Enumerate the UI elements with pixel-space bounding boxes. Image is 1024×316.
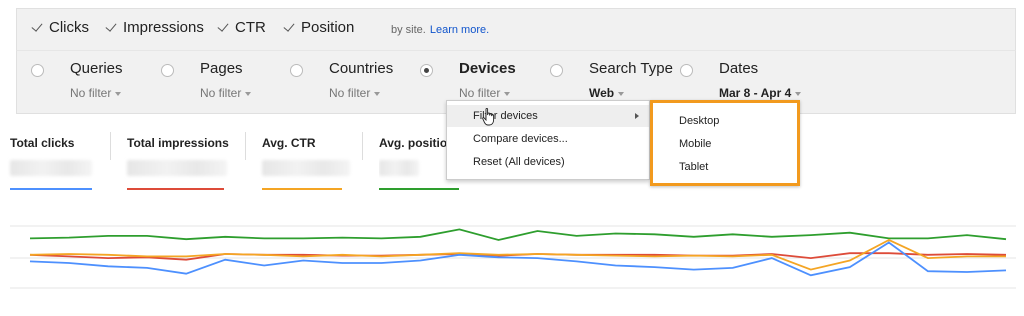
clicks-checkbox[interactable]: Clicks bbox=[31, 19, 89, 36]
performance-line-chart bbox=[10, 225, 1016, 289]
dimension-label: Search Type bbox=[589, 60, 673, 77]
total-clicks-label: Total clicks bbox=[10, 136, 75, 150]
avg-position-label: Avg. position bbox=[379, 136, 449, 150]
dimension-filter[interactable]: No filter bbox=[200, 86, 252, 100]
devices-menu: Filter devices Compare devices... Reset … bbox=[446, 100, 650, 180]
hand-cursor-icon bbox=[482, 108, 495, 126]
chevron-down-icon bbox=[115, 91, 122, 96]
metrics-bar: Clicks Impressions CTR Position by site.… bbox=[16, 8, 1016, 50]
ctr-color-line bbox=[262, 188, 342, 190]
ctr-checkbox[interactable]: CTR bbox=[217, 19, 266, 36]
impressions-label: Impressions bbox=[123, 19, 204, 36]
impressions-checkbox[interactable]: Impressions bbox=[105, 19, 204, 36]
avg-ctr-label: Avg. CTR bbox=[262, 136, 316, 150]
dimension-label: Devices bbox=[459, 60, 516, 77]
learn-more-link[interactable]: Learn more. bbox=[430, 24, 489, 36]
device-submenu: Desktop Mobile Tablet bbox=[650, 100, 800, 186]
total-impressions-label: Total impressions bbox=[127, 136, 229, 150]
chevron-down-icon bbox=[618, 91, 625, 96]
position-color-line bbox=[379, 188, 449, 190]
chevron-down-icon bbox=[374, 91, 381, 96]
position-color-line-tail bbox=[449, 188, 459, 190]
clicks-label: Clicks bbox=[49, 19, 89, 36]
divider bbox=[362, 132, 363, 160]
submenu-item-tablet[interactable]: Tablet bbox=[679, 161, 708, 173]
chevron-down-icon bbox=[504, 91, 511, 96]
check-icon bbox=[217, 21, 230, 34]
dimension-label: Queries bbox=[70, 60, 123, 77]
check-icon bbox=[283, 21, 296, 34]
dimension-filter[interactable]: Web bbox=[589, 86, 625, 100]
submenu-item-mobile[interactable]: Mobile bbox=[679, 138, 711, 150]
radio-button[interactable] bbox=[680, 64, 693, 77]
dimension-label: Countries bbox=[329, 60, 394, 77]
dimension-filter[interactable]: No filter bbox=[329, 86, 381, 100]
check-icon bbox=[31, 21, 44, 34]
total-clicks[interactable]: Total clicks bbox=[10, 128, 110, 194]
site-note: by site. Learn more. bbox=[391, 24, 489, 36]
dimension-filter[interactable]: No filter bbox=[70, 86, 122, 100]
clicks-color-line bbox=[10, 188, 92, 190]
avg-ctr-value bbox=[262, 160, 350, 176]
dimension-label: Dates bbox=[719, 60, 759, 77]
radio-button[interactable] bbox=[290, 64, 303, 77]
chevron-down-icon bbox=[245, 91, 252, 96]
submenu-item-desktop[interactable]: Desktop bbox=[679, 115, 719, 127]
total-impressions[interactable]: Total impressions bbox=[127, 128, 247, 194]
ctr-label: CTR bbox=[235, 19, 266, 36]
dimension-filter[interactable]: Mar 8 - Apr 4 bbox=[719, 86, 802, 100]
divider bbox=[245, 132, 246, 160]
radio-button[interactable] bbox=[550, 64, 563, 77]
total-impressions-value bbox=[127, 160, 227, 176]
dimension-filter[interactable]: No filter bbox=[459, 86, 511, 100]
radio-button-selected[interactable] bbox=[420, 64, 433, 77]
dimension-label: Pages bbox=[200, 60, 243, 77]
radio-button[interactable] bbox=[31, 64, 44, 77]
menu-item-compare-devices[interactable]: Compare devices... bbox=[447, 128, 649, 150]
chevron-down-icon bbox=[795, 91, 802, 96]
impressions-color-line bbox=[127, 188, 224, 190]
site-note-text: by site. bbox=[391, 24, 426, 36]
radio-button[interactable] bbox=[161, 64, 174, 77]
avg-position-value bbox=[379, 160, 419, 176]
avg-ctr[interactable]: Avg. CTR bbox=[262, 128, 362, 194]
avg-position[interactable]: Avg. position bbox=[379, 128, 449, 194]
position-checkbox[interactable]: Position bbox=[283, 19, 354, 36]
chart-series-ctr bbox=[29, 238, 1006, 271]
divider bbox=[110, 132, 111, 160]
menu-item-reset-devices[interactable]: Reset (All devices) bbox=[447, 151, 649, 173]
position-label: Position bbox=[301, 19, 355, 36]
chart-series-position bbox=[29, 228, 1007, 241]
total-clicks-value bbox=[10, 160, 92, 176]
submenu-arrow-icon bbox=[635, 113, 639, 119]
menu-item-filter-devices[interactable]: Filter devices bbox=[447, 105, 649, 127]
check-icon bbox=[105, 21, 118, 34]
